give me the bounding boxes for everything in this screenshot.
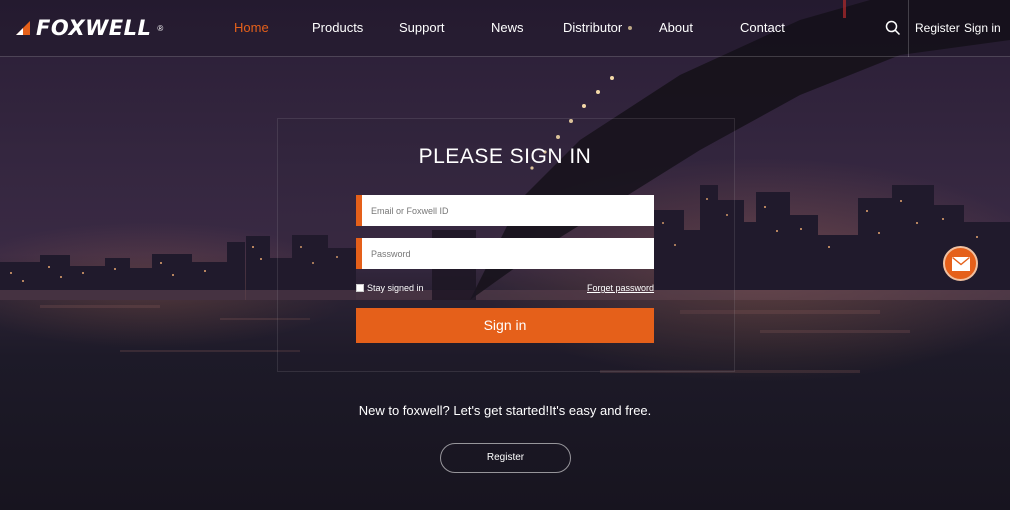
foxwell-logo[interactable]: FOXWELL ® — [15, 16, 163, 40]
password-input[interactable] — [362, 238, 654, 269]
nav-item-distributor[interactable]: Distributor — [563, 20, 622, 35]
mail-icon — [951, 256, 970, 271]
stay-signed-in[interactable]: Stay signed in — [356, 283, 424, 293]
site-header: FOXWELL ® Home Products Support News Dist… — [0, 0, 1010, 57]
header-divider — [908, 0, 909, 57]
nav-item-products[interactable]: Products — [312, 20, 363, 35]
header-register-link[interactable]: Register — [915, 21, 960, 35]
forget-password-link[interactable]: Forget password — [587, 283, 654, 293]
search-icon[interactable] — [885, 20, 901, 36]
header-signin-link[interactable]: Sign in — [964, 21, 1001, 35]
register-button[interactable]: Register — [440, 443, 571, 473]
mail-button[interactable] — [943, 246, 978, 281]
stay-signed-in-checkbox[interactable] — [356, 284, 364, 292]
stay-signed-in-label: Stay signed in — [367, 283, 424, 293]
password-field[interactable] — [356, 238, 654, 269]
email-input[interactable] — [362, 195, 654, 226]
brand-name: FOXWELL — [36, 16, 152, 40]
signup-prompt: New to foxwell? Let's get started!It's e… — [358, 403, 652, 418]
nav-item-contact[interactable]: Contact — [740, 20, 785, 35]
signin-button[interactable]: Sign in — [356, 308, 654, 343]
nav-item-home[interactable]: Home — [234, 20, 269, 35]
registered-mark: ® — [157, 23, 164, 33]
nav-item-about[interactable]: About — [659, 20, 693, 35]
nav-item-news[interactable]: News — [491, 20, 524, 35]
fox-logo-icon — [16, 21, 30, 35]
email-field[interactable] — [356, 195, 654, 226]
page-title: PLEASE SIGN IN — [418, 145, 592, 168]
nav-item-support[interactable]: Support — [399, 20, 445, 35]
